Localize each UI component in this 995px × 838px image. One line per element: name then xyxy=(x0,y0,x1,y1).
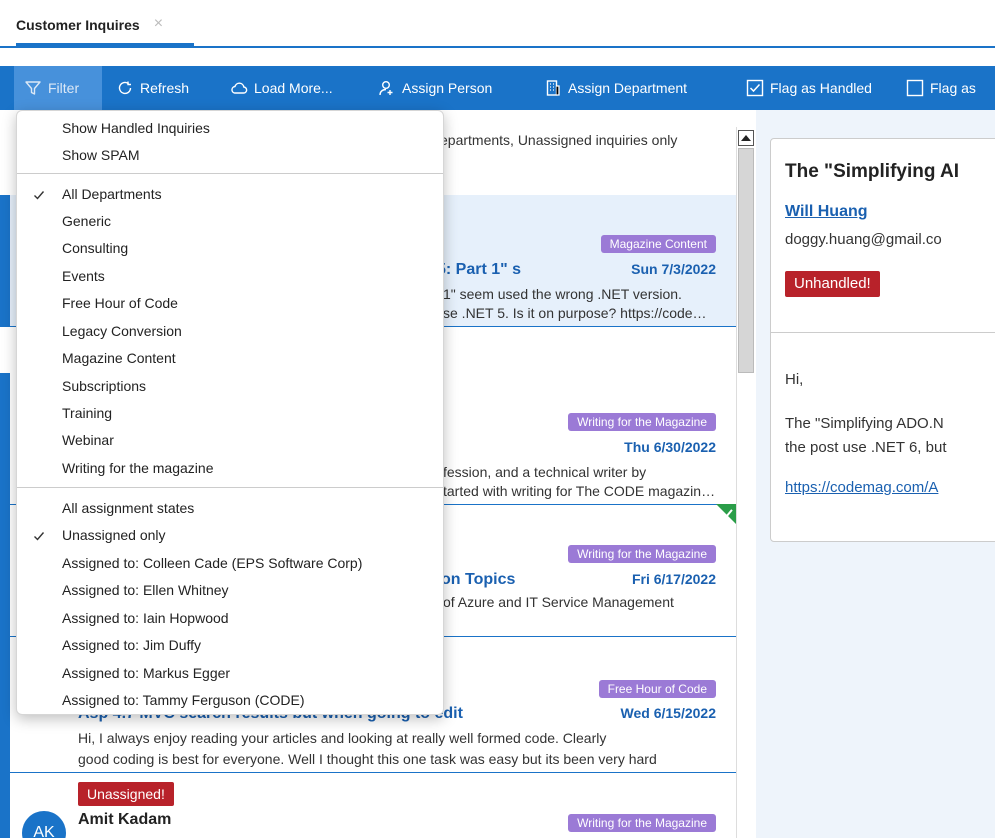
menu-separator xyxy=(17,173,443,174)
flag-handled-label: Flag as Handled xyxy=(770,80,872,96)
detail-body-line: the post use .NET 6, but xyxy=(785,439,947,456)
menu-item-show-handled[interactable]: Show Handled Inquiries xyxy=(62,116,210,140)
status-badge: Unhandled! xyxy=(785,271,880,297)
menu-item-all-departments[interactable]: All Departments xyxy=(62,182,162,206)
menu-item-assigned-tammy-ferguson[interactable]: Assigned to: Tammy Ferguson (CODE) xyxy=(62,688,305,712)
filter-label: Filter xyxy=(48,80,80,96)
menu-item-show-spam[interactable]: Show SPAM xyxy=(62,143,140,167)
menu-item-assigned-ellen-whitney[interactable]: Assigned to: Ellen Whitney xyxy=(62,578,229,602)
menu-item-all-assignment-states[interactable]: All assignment states xyxy=(62,496,194,520)
menu-item-assigned-jim-duffy[interactable]: Assigned to: Jim Duffy xyxy=(62,633,201,657)
checkbox-icon xyxy=(906,79,924,97)
avatar: AK xyxy=(22,811,66,838)
inquiry-preview: fession, and a technical writer by xyxy=(443,464,647,480)
department-badge: Writing for the Magazine xyxy=(568,545,716,563)
assign-department-button[interactable]: Assign Department xyxy=(544,66,687,110)
inquiry-date: Fri 6/17/2022 xyxy=(631,571,716,587)
menu-item-subscriptions[interactable]: Subscriptions xyxy=(62,374,146,398)
accent-segment xyxy=(0,373,10,838)
refresh-button[interactable]: Refresh xyxy=(116,66,189,110)
check-icon xyxy=(34,532,45,541)
cloud-icon xyxy=(231,82,248,94)
menu-separator xyxy=(17,487,443,488)
inquiry-preview: Hi, I always enjoy reading your articles… xyxy=(78,730,607,746)
toolbar: Filter Refresh Load More... Assign Perso… xyxy=(0,66,995,110)
department-badge: Magazine Content xyxy=(600,235,716,253)
refresh-label: Refresh xyxy=(140,80,190,96)
divider xyxy=(771,332,995,333)
detail-article-link[interactable]: https://codemag.com/A xyxy=(785,479,938,496)
menu-item-unassigned-only[interactable]: Unassigned only xyxy=(62,523,166,547)
check-icon xyxy=(34,191,45,200)
list-accent-strip xyxy=(0,110,10,838)
inquiry-preview: good coding is best for everyone. Well I… xyxy=(78,751,657,767)
menu-item-generic[interactable]: Generic xyxy=(62,209,111,233)
menu-item-assigned-iain-hopwood[interactable]: Assigned to: Iain Hopwood xyxy=(62,606,229,630)
inquiry-preview: se .NET 5. Is it on purpose? https://cod… xyxy=(443,305,718,321)
inquiry-preview: 1" seem used the wrong .NET version. xyxy=(443,286,682,302)
load-more-button[interactable]: Load More... xyxy=(230,66,333,110)
inquiry-subject: on Topics xyxy=(441,571,516,588)
inquiry-preview: of Azure and IT Service Management xyxy=(443,594,674,610)
filter-description: epartments, Unassigned inquiries only xyxy=(440,132,678,148)
assign-person-button[interactable]: Assign Person xyxy=(378,66,492,110)
person-add-icon xyxy=(379,81,393,96)
menu-item-events[interactable]: Events xyxy=(62,264,105,288)
department-badge: Free Hour of Code xyxy=(598,680,716,698)
author-email: doggy.huang@gmail.co xyxy=(785,231,942,248)
tab-active-indicator xyxy=(16,43,194,46)
list-item[interactable]: Unassigned! AK Amit Kadam Writing for th… xyxy=(10,773,736,838)
scroll-up-arrow-icon[interactable] xyxy=(738,130,754,146)
funnel-icon xyxy=(25,81,41,95)
tab-label: Customer Inquires xyxy=(16,17,140,33)
menu-item-assigned-colleen-cade[interactable]: Assigned to: Colleen Cade (EPS Software … xyxy=(62,551,362,575)
detail-body-line: The "Simplifying ADO.N xyxy=(785,415,944,432)
menu-item-free-hour-of-code[interactable]: Free Hour of Code xyxy=(62,291,178,315)
department-badge: Writing for the Magazine xyxy=(568,814,716,832)
load-more-label: Load More... xyxy=(254,80,333,96)
close-icon[interactable]: × xyxy=(154,14,163,34)
customer-name: Amit Kadam xyxy=(78,811,172,828)
menu-item-training[interactable]: Training xyxy=(62,401,112,425)
filter-dropdown-menu: Show Handled Inquiries Show SPAM All Dep… xyxy=(16,110,444,715)
tab-strip: Customer Inquires × xyxy=(0,0,995,48)
scroll-thumb[interactable] xyxy=(738,148,754,373)
inquiry-date: Thu 6/30/2022 xyxy=(624,439,716,455)
author-link[interactable]: Will Huang xyxy=(785,203,868,221)
status-badge: Unassigned! xyxy=(78,782,174,806)
inquiry-date: Wed 6/15/2022 xyxy=(620,705,716,721)
assign-department-label: Assign Department xyxy=(568,80,688,96)
inquiry-subject: 5: Part 1" s xyxy=(437,261,522,278)
menu-item-magazine-content[interactable]: Magazine Content xyxy=(62,346,176,370)
menu-item-writing-for-the-magazine[interactable]: Writing for the magazine xyxy=(62,456,213,480)
department-badge: Writing for the Magazine xyxy=(568,413,716,431)
refresh-icon xyxy=(118,81,132,95)
menu-item-assigned-markus-egger[interactable]: Assigned to: Markus Egger xyxy=(62,661,230,685)
filter-button[interactable]: Filter xyxy=(14,66,102,110)
menu-item-webinar[interactable]: Webinar xyxy=(62,428,114,452)
flag-handled-button[interactable]: Flag as Handled xyxy=(746,66,872,110)
menu-item-legacy-conversion[interactable]: Legacy Conversion xyxy=(62,319,182,343)
checkbox-checked-icon xyxy=(746,79,764,97)
inquiry-preview: tarted with writing for The CODE magazin… xyxy=(443,483,718,499)
flag-label: Flag as xyxy=(930,80,976,96)
department-icon xyxy=(546,80,560,96)
detail-greeting: Hi, xyxy=(785,371,804,388)
detail-title: The "Simplifying AI xyxy=(785,161,960,182)
assign-person-label: Assign Person xyxy=(402,80,493,96)
inquiry-date: Sun 7/3/2022 xyxy=(631,261,716,277)
menu-item-consulting[interactable]: Consulting xyxy=(62,236,128,260)
flag-button[interactable]: Flag as xyxy=(906,66,976,110)
inquiry-detail-card: The "Simplifying AI Will Huang doggy.hua… xyxy=(770,138,995,542)
accent-segment xyxy=(0,195,10,327)
